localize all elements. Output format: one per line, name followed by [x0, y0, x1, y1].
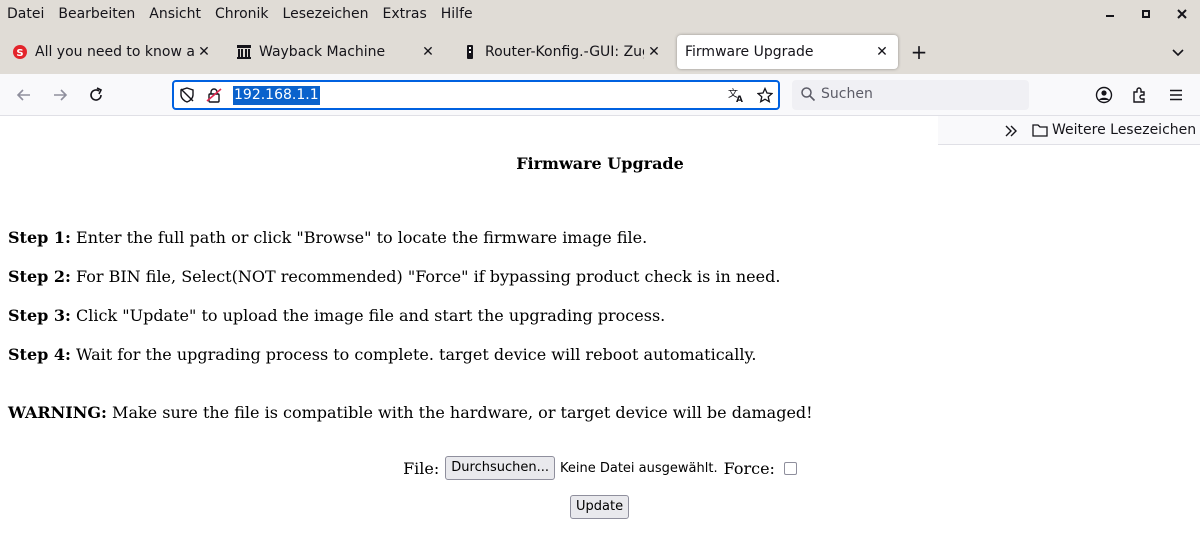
tab-close-icon[interactable]: ✕ [872, 44, 892, 60]
bookmarks-toolbar: Weitere Lesezeichen [0, 116, 1200, 145]
browse-button[interactable]: Durchsuchen... [445, 456, 555, 480]
page-overflow-area [0, 116, 938, 145]
bookmarks-overflow-button[interactable] [1002, 122, 1020, 140]
svg-text:S: S [16, 48, 23, 59]
tab-close-icon[interactable]: ✕ [644, 44, 664, 60]
insecure-lock-icon[interactable] [206, 87, 222, 103]
reload-button[interactable] [84, 83, 108, 107]
tab-title: Wayback Machine [259, 44, 386, 60]
folder-icon [1032, 124, 1048, 137]
update-button[interactable]: Update [570, 495, 630, 519]
account-icon [1095, 86, 1113, 104]
svg-text:A: A [736, 95, 743, 103]
app-menu-button[interactable] [1164, 83, 1188, 107]
warning-message: Make sure the file is compatible with th… [106, 403, 813, 422]
arrow-right-icon [54, 89, 68, 101]
double-chevron-right-icon [1005, 125, 1017, 137]
menu-extras[interactable]: Extras [383, 6, 427, 22]
step-label: Step 3: [8, 306, 71, 325]
tab-all-you-need[interactable]: S All you need to know abo ✕ [2, 35, 220, 69]
step-1: Step 1: Enter the full path or click "Br… [8, 228, 647, 247]
minimize-icon [1106, 15, 1114, 17]
account-button[interactable] [1092, 83, 1116, 107]
close-window-button[interactable] [1164, 0, 1200, 28]
tab-close-icon[interactable]: ✕ [418, 44, 438, 60]
forward-button[interactable] [48, 83, 72, 107]
step-2: Step 2: For BIN file, Select(NOT recomme… [8, 267, 780, 286]
no-file-selected-text: Keine Datei ausgewählt. [560, 460, 718, 476]
search-placeholder[interactable]: Suchen [821, 86, 873, 102]
close-icon [1177, 9, 1187, 19]
wayback-machine-icon [236, 44, 252, 60]
menu-hilfe[interactable]: Hilfe [441, 6, 473, 22]
step-label: Step 2: [8, 267, 71, 286]
step-4: Step 4: Wait for the upgrading process t… [8, 345, 756, 364]
tab-title: Router-Konfig.-GUI: Zuga [485, 44, 644, 60]
translate-icon[interactable]: 文A [728, 87, 744, 103]
tab-title: All you need to know abo [35, 44, 194, 60]
window-controls [1092, 0, 1200, 28]
bookmark-star-icon[interactable] [757, 87, 773, 103]
menu-bearbeiten[interactable]: Bearbeiten [58, 6, 135, 22]
tab-close-icon[interactable]: ✕ [194, 44, 214, 60]
maximize-button[interactable] [1128, 0, 1164, 28]
other-bookmarks-folder[interactable]: Weitere Lesezeichen [1032, 122, 1196, 138]
arrow-left-icon [16, 89, 30, 101]
new-tab-button[interactable]: + [906, 41, 932, 65]
extensions-button[interactable] [1128, 83, 1152, 107]
menu-ansicht[interactable]: Ansicht [149, 6, 201, 22]
chevron-down-icon [1172, 49, 1184, 57]
step-3: Step 3: Click "Update" to upload the ima… [8, 306, 665, 325]
tab-title: Firmware Upgrade [685, 44, 814, 60]
navigation-toolbar: 192.168.1.1 文A Suchen [0, 74, 1200, 116]
force-checkbox[interactable] [783, 461, 797, 475]
step-text: For BIN file, Select(NOT recommended) "F… [70, 267, 781, 286]
warning-text: WARNING: Make sure the file is compatibl… [8, 403, 813, 422]
file-label: File: [403, 458, 440, 478]
tracking-protection-icon[interactable] [179, 87, 195, 103]
tab-list-button[interactable] [1166, 41, 1190, 65]
puzzle-piece-icon [1133, 87, 1145, 103]
minimize-button[interactable] [1092, 0, 1128, 28]
tab-strip: S All you need to know abo ✕ Wayback Mac… [0, 28, 1200, 74]
step-label: Step 4: [8, 345, 71, 364]
step-text: Enter the full path or click "Browse" to… [70, 228, 648, 247]
page-title: Firmware Upgrade [516, 154, 684, 173]
step-label: Step 1: [8, 228, 71, 247]
search-bar[interactable]: Suchen [792, 80, 1029, 110]
tab-firmware-upgrade[interactable]: Firmware Upgrade ✕ [677, 35, 898, 69]
red-s-favicon-icon: S [12, 44, 28, 60]
menu-bar: Datei Bearbeiten Ansicht Chronik Lesezei… [0, 0, 1200, 28]
upload-form: File: Durchsuchen... Keine Datei ausgewä… [0, 456, 1200, 480]
menu-chronik[interactable]: Chronik [215, 6, 269, 22]
hamburger-menu-icon [1170, 89, 1182, 101]
menu-lesezeichen[interactable]: Lesezeichen [283, 6, 369, 22]
router-icon [462, 44, 478, 60]
force-label: Force: [723, 458, 775, 478]
back-button[interactable] [12, 83, 36, 107]
page-content: Firmware Upgrade Step 1: Enter the full … [0, 145, 1200, 545]
url-bar[interactable]: 192.168.1.1 文A [172, 80, 780, 110]
other-bookmarks-label: Weitere Lesezeichen [1052, 122, 1197, 138]
menu-datei[interactable]: Datei [7, 6, 44, 22]
maximize-icon [1142, 10, 1150, 18]
step-text: Wait for the upgrading process to comple… [70, 345, 757, 364]
step-text: Click "Update" to upload the image file … [70, 306, 666, 325]
warning-label: WARNING: [8, 403, 107, 422]
reload-icon [90, 87, 103, 101]
url-text[interactable]: 192.168.1.1 [233, 86, 320, 105]
tab-router-konfig[interactable]: Router-Konfig.-GUI: Zuga ✕ [452, 35, 670, 69]
search-icon [800, 86, 816, 102]
tab-wayback-machine[interactable]: Wayback Machine ✕ [226, 35, 444, 69]
